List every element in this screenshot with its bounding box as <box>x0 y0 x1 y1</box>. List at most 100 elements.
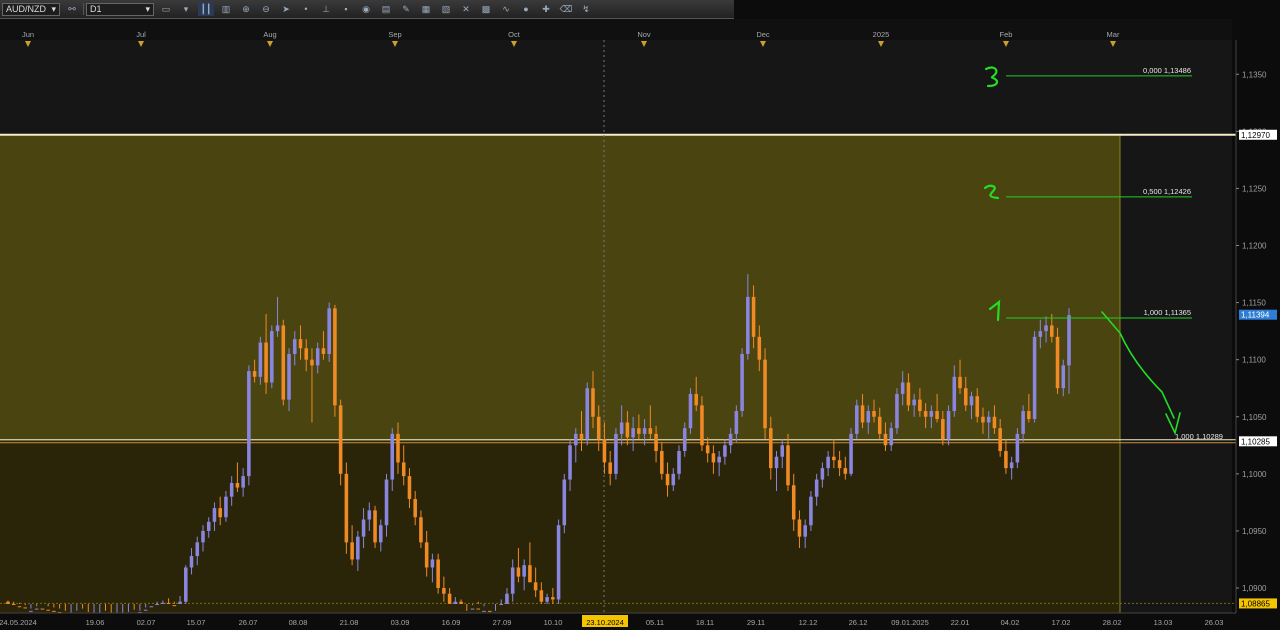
candle-body <box>310 359 314 366</box>
candle-body <box>407 476 412 499</box>
candle-body <box>992 416 997 429</box>
fib-level-label: 1,000 1,11365 <box>1144 308 1191 317</box>
candle-body <box>923 411 928 417</box>
date-label: 19.06 <box>86 618 105 627</box>
candle-body <box>585 388 590 440</box>
candle-body <box>889 428 893 446</box>
candle-body <box>665 473 670 486</box>
candle-body <box>275 325 280 332</box>
candle-body <box>522 565 526 577</box>
candle-body <box>46 609 50 611</box>
candle-body <box>809 496 813 526</box>
candle-body <box>568 445 572 480</box>
candle-body <box>637 428 641 434</box>
candle-body <box>872 411 876 417</box>
candle-body <box>390 433 395 480</box>
date-label: 12.12 <box>799 618 818 627</box>
candle-body <box>797 519 802 537</box>
date-label: 02.07 <box>137 618 156 627</box>
price-tick-label: 1,1250 <box>1242 184 1267 193</box>
candle-body <box>963 388 968 406</box>
candle-body <box>900 382 905 394</box>
candle-body <box>533 582 538 591</box>
price-chart[interactable]: 0,000 1,13486 0,500 1,12426 1,000 1,11365 1… <box>0 0 1280 630</box>
candle-body <box>1044 325 1048 332</box>
candle-body <box>642 428 647 434</box>
candle-body <box>614 433 618 474</box>
month-label: Jun <box>22 30 34 39</box>
date-label: 26.07 <box>239 618 258 627</box>
candle-body <box>677 451 681 474</box>
candle-body <box>579 433 584 440</box>
month-label: Jul <box>136 30 146 39</box>
candle-body <box>218 508 222 518</box>
candle-body <box>327 308 331 354</box>
candle-body <box>1061 365 1066 389</box>
candle-body <box>803 525 807 537</box>
date-label: 13.03 <box>1154 618 1173 627</box>
candle-body <box>487 610 492 612</box>
candle-body <box>883 433 888 446</box>
candle-body <box>350 542 354 560</box>
price-tag-label: 1,08865 <box>1241 599 1270 608</box>
candle-body <box>763 359 767 429</box>
month-label: Oct <box>508 30 521 39</box>
candle-body <box>505 593 509 604</box>
candle-body <box>373 510 377 543</box>
candle-body <box>195 542 200 557</box>
candle-body <box>551 597 555 600</box>
candle-body <box>470 608 475 610</box>
price-tick-label: 1,1200 <box>1242 242 1267 251</box>
candle-body <box>774 456 779 469</box>
candle-body <box>424 542 429 568</box>
candle-body <box>717 456 721 463</box>
month-label: 2025 <box>873 30 890 39</box>
candle-body <box>648 428 653 434</box>
candle-body <box>975 396 980 417</box>
candle-body <box>447 593 452 604</box>
month-axis <box>0 19 1232 40</box>
candle-body <box>791 485 796 520</box>
candle-body <box>757 336 762 360</box>
candle-body <box>442 588 446 594</box>
date-label: 29.11 <box>747 618 765 627</box>
candle-body <box>1055 336 1060 389</box>
candle-body <box>321 348 326 354</box>
candle-body <box>746 296 750 354</box>
candle-body <box>338 405 343 474</box>
candle-body <box>946 411 951 440</box>
candle-body <box>1021 411 1025 434</box>
candle-body <box>384 479 389 526</box>
candle-body <box>178 601 182 604</box>
candle-body <box>401 462 406 477</box>
candle-body <box>574 433 578 446</box>
candle-body <box>608 462 612 474</box>
candle-body <box>6 601 10 604</box>
fib-level-label: 0,500 1,12426 <box>1143 187 1191 196</box>
date-label: 17.02 <box>1052 618 1071 627</box>
candle-body <box>751 296 756 337</box>
candle-body <box>143 609 148 611</box>
candle-body <box>23 607 27 609</box>
price-tick-label: 1,1050 <box>1242 413 1267 422</box>
candle-body <box>356 536 360 560</box>
candle-body <box>877 416 882 434</box>
candle-body <box>986 416 991 423</box>
date-label: 08.08 <box>289 618 308 627</box>
date-label: 15.07 <box>187 618 206 627</box>
candle-body <box>660 451 664 474</box>
candle-body <box>849 433 853 474</box>
candle-body <box>184 567 188 602</box>
candle-body <box>860 405 865 423</box>
candle-body <box>562 479 567 526</box>
candle-body <box>723 445 727 457</box>
candle-body <box>935 411 939 420</box>
candle-body <box>201 530 205 543</box>
date-label: 26.03 <box>1205 618 1224 627</box>
date-label: 21.08 <box>340 618 359 627</box>
candle-body <box>241 476 245 488</box>
candle-body <box>247 371 251 477</box>
date-label: 04.02 <box>1001 618 1020 627</box>
candle-body <box>895 393 899 429</box>
candle-body <box>161 602 165 604</box>
